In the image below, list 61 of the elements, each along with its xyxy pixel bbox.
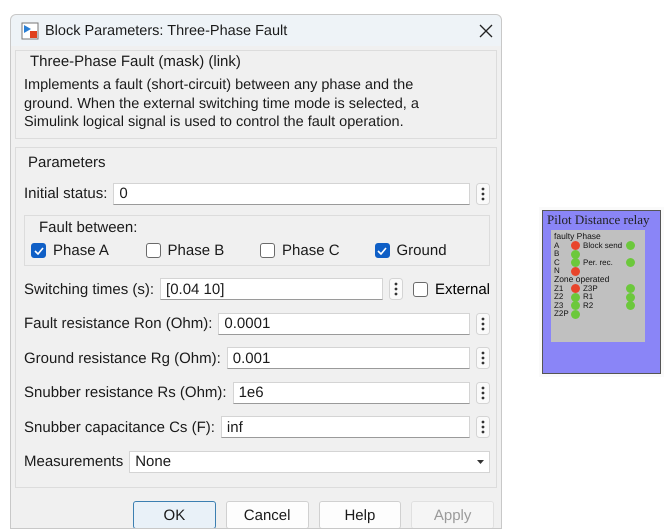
dropdown-value: None — [135, 453, 172, 470]
caret-icon — [477, 460, 484, 464]
checkbox[interactable] — [412, 282, 428, 297]
field-label: Initial status: — [24, 185, 108, 202]
field-label: Fault resistance Ron (Ohm): — [24, 315, 212, 332]
checkbox-label: Ground — [396, 242, 447, 259]
signal-label: Z3P — [583, 284, 598, 292]
input-field[interactable]: 0.001 — [226, 347, 470, 370]
block-title: Pilot Distance relay — [547, 212, 651, 228]
signal-label: R1 — [583, 293, 594, 301]
more-options-icon[interactable] — [476, 416, 490, 438]
more-options-icon[interactable] — [476, 382, 490, 404]
signal-label: B — [554, 250, 560, 258]
check-icon — [377, 246, 387, 254]
field-label: Measurements — [24, 453, 124, 470]
checkbox[interactable] — [146, 243, 160, 258]
check-icon — [34, 246, 44, 254]
more-options-icon[interactable] — [388, 278, 403, 300]
input-field[interactable]: 0 — [113, 182, 470, 205]
section-heading: faulty Phase — [554, 232, 602, 241]
block-icon — [21, 22, 39, 40]
checkbox-label: Phase A — [53, 242, 109, 259]
section-heading: Zone operated — [554, 275, 610, 284]
checkbox[interactable] — [374, 243, 390, 258]
group-label: Fault between: — [39, 219, 138, 236]
signal-label: C — [554, 258, 561, 266]
close-button[interactable] — [479, 24, 493, 38]
signal-label: Block send — [583, 242, 624, 250]
signal-label: Z2 — [554, 293, 564, 301]
more-options-icon[interactable] — [476, 312, 490, 335]
checkbox[interactable] — [31, 243, 46, 258]
more-options-icon[interactable] — [476, 347, 490, 370]
signal-label: N — [554, 267, 561, 275]
checkbox-label: Phase B — [168, 242, 224, 259]
dialog-button[interactable]: Help — [318, 501, 402, 528]
section-heading: Three-Phase Fault (mask) (link) — [30, 53, 241, 70]
field-label: Snubber capacitance Cs (F): — [24, 418, 215, 436]
signal-label: Z2P — [554, 310, 570, 318]
more-options-icon[interactable] — [476, 182, 490, 205]
field-label: Snubber resistance Rs (Ohm): — [24, 384, 227, 402]
checkbox-label: External — [434, 280, 490, 298]
dialog-button[interactable]: Cancel — [226, 501, 308, 528]
checkbox[interactable] — [260, 243, 275, 258]
signal-label: Z1 — [554, 284, 564, 292]
signal-label: Per. rec. — [583, 258, 614, 266]
dialog-button[interactable]: OK — [133, 501, 216, 528]
signal-label: A — [554, 242, 560, 250]
close-icon — [479, 24, 493, 38]
description-text: Implements a fault (short-circuit) between any phase and the ground. When the external switching time mode is selected, a Simulink logical signal is used to control the fault operation. — [24, 76, 420, 132]
input-field[interactable]: 1e6 — [232, 382, 470, 404]
dropdown[interactable]: None — [129, 450, 490, 473]
signal-label: Z3 — [554, 302, 564, 310]
input-field[interactable]: [0.04 10] — [160, 278, 383, 300]
window-title: Block Parameters: Three-Phase Fault — [45, 22, 288, 38]
signal-label: R2 — [583, 302, 594, 310]
field-label: Switching times (s): — [24, 280, 154, 298]
section-heading: Parameters — [28, 154, 106, 170]
input-field[interactable]: 0.0001 — [218, 312, 470, 335]
input-field[interactable]: inf — [220, 416, 470, 438]
field-label: Ground resistance Rg (Ohm): — [24, 350, 221, 367]
checkbox-label: Phase C — [282, 242, 340, 259]
